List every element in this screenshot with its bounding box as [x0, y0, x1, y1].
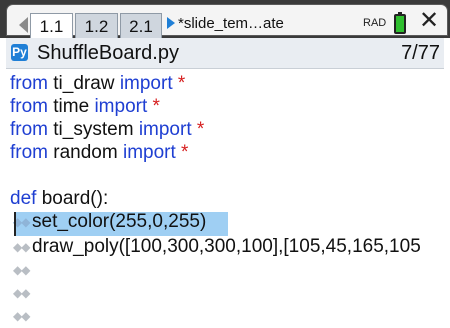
indent-marker: ◆◆ — [13, 240, 30, 254]
text-cursor — [14, 212, 16, 236]
tab-1-1[interactable]: 1.1 — [30, 13, 73, 39]
code-line-1: from ti_draw import * — [10, 73, 186, 94]
code-line-def: def board(): — [10, 188, 109, 209]
file-name: ShuffleBoard.py — [37, 42, 179, 64]
file-header: Py ShuffleBoard.py 7/77 — [6, 38, 444, 69]
code-line-3: from ti_system import * — [10, 119, 205, 140]
code-line-4: from random import * — [10, 142, 189, 163]
code-line-set-color: set_color(255,0,255) — [32, 211, 207, 232]
close-icon[interactable]: ✕ — [419, 9, 439, 33]
code-line-2: from time import * — [10, 96, 160, 117]
nav-left-icon[interactable] — [19, 17, 28, 33]
indent-marker: ◆◆ — [13, 286, 30, 300]
battery-icon — [394, 12, 406, 34]
angle-mode-indicator: RAD — [363, 17, 387, 29]
document-arrow-icon — [167, 17, 175, 29]
tab-1-2[interactable]: 1.2 — [75, 13, 118, 39]
python-file-icon: Py — [11, 44, 28, 61]
document-name[interactable]: *slide_tem…ate — [178, 13, 284, 35]
tab-strip: 1.1 1.2 2.1 *slide_tem…ate RAD ✕ — [6, 4, 448, 39]
line-count: 7/77 — [401, 42, 440, 64]
code-line-draw-poly: draw_poly([100,300,300,100],[105,45,165,… — [32, 236, 421, 257]
title-bar: 1.1 1.2 2.1 *slide_tem…ate RAD ✕ — [0, 0, 450, 39]
indent-marker: ◆◆ — [13, 309, 30, 323]
tab-2-1[interactable]: 2.1 — [120, 13, 162, 39]
indent-marker: ◆◆ — [13, 263, 30, 277]
